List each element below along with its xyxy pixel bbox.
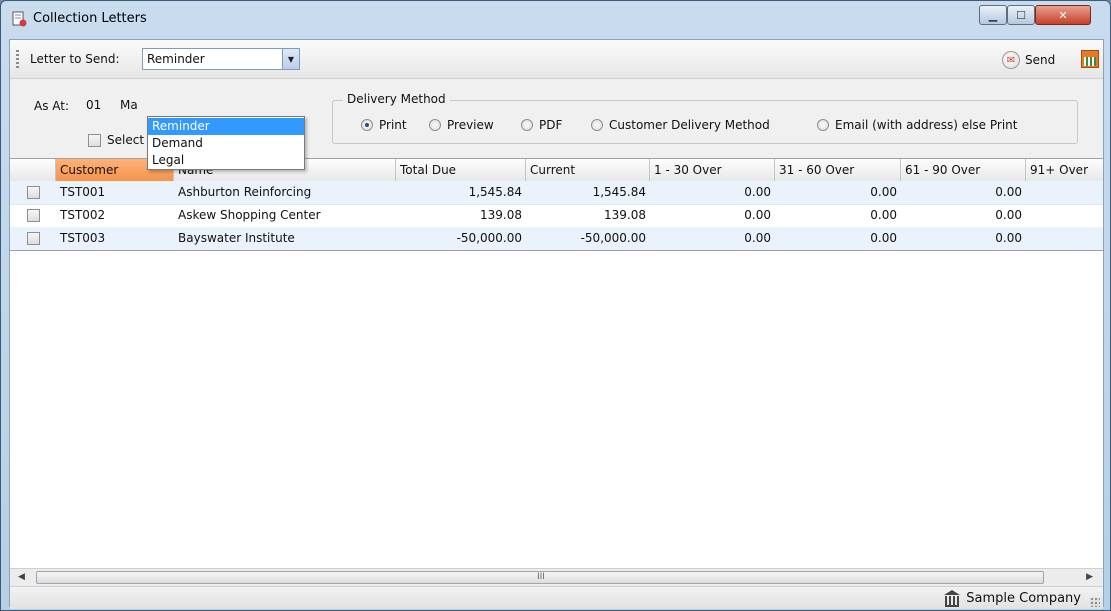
table-row[interactable]: TST001 Ashburton Reinforcing 1,545.84 1,… — [10, 181, 1103, 205]
bank-icon — [943, 590, 961, 607]
scrollbar-grip-icon: III — [537, 572, 545, 582]
cell-31-60-over: 0.00 — [870, 185, 897, 199]
cell-current: -50,000.00 — [580, 231, 646, 245]
as-at-day: 01 — [86, 98, 102, 112]
dropdown-option-legal[interactable]: Legal — [148, 152, 304, 169]
as-at-date-field[interactable]: 01 Ma — [82, 95, 144, 115]
cell-1-30-over: 0.00 — [744, 208, 771, 222]
radio-customer-delivery-label: Customer Delivery Method — [609, 118, 770, 132]
letter-type-dropdown-list[interactable]: Reminder Demand Legal — [147, 116, 305, 170]
company-indicator[interactable]: Sample Company — [943, 590, 1081, 607]
cell-customer: TST003 — [60, 231, 106, 245]
cell-61-90-over: 0.00 — [995, 231, 1022, 245]
radio-pdf[interactable]: PDF — [521, 118, 562, 132]
cell-31-60-over: 0.00 — [870, 231, 897, 245]
minimize-button[interactable]: ▁ — [979, 5, 1007, 25]
cell-current: 139.08 — [604, 208, 646, 222]
radio-icon[interactable] — [817, 119, 829, 131]
radio-pdf-label: PDF — [539, 118, 563, 132]
close-icon: ✕ — [1058, 8, 1068, 22]
letter-to-send-combobox[interactable]: Reminder ▼ — [142, 48, 300, 70]
scrollbar-thumb[interactable]: III — [36, 571, 1044, 584]
cell-current: 1,545.84 — [592, 185, 646, 199]
row-checkbox[interactable] — [27, 186, 40, 199]
radio-customer-delivery-method[interactable]: Customer Delivery Method — [591, 118, 770, 132]
resize-grip-icon[interactable] — [1090, 597, 1100, 607]
letter-to-send-label: Letter to Send: — [30, 52, 120, 66]
cell-customer: TST001 — [60, 185, 106, 199]
row-checkbox[interactable] — [27, 232, 40, 245]
status-bar: Sample Company — [10, 586, 1103, 609]
cell-name: Bayswater Institute — [178, 231, 295, 245]
checkbox-icon[interactable] — [88, 133, 101, 147]
column-header-total-due[interactable]: Total Due — [396, 159, 526, 181]
radio-email-label: Email (with address) else Print — [835, 118, 1018, 132]
window-title: Collection Letters — [33, 11, 147, 26]
cell-total-due: 139.08 — [480, 208, 522, 222]
radio-icon[interactable] — [429, 119, 441, 131]
radio-print-label: Print — [379, 118, 407, 132]
customer-grid: Customer Name Total Due Current 1 - 30 O… — [10, 158, 1103, 569]
row-checkbox[interactable] — [27, 209, 40, 222]
scroll-left-icon[interactable]: ◀ — [18, 572, 25, 582]
cell-total-due: 1,545.84 — [468, 185, 522, 199]
toolbar-grip-icon[interactable] — [16, 50, 19, 68]
maximize-button[interactable]: ☐ — [1007, 5, 1035, 25]
letter-to-send-value: Reminder — [147, 52, 205, 66]
maximize-icon: ☐ — [1016, 8, 1026, 22]
collection-letters-window: Collection Letters ▁ ☐ ✕ Letter to Send:… — [0, 0, 1111, 611]
send-button[interactable]: ✉ Send — [1002, 50, 1055, 70]
radio-icon[interactable] — [591, 119, 603, 131]
chevron-down-icon[interactable]: ▼ — [282, 49, 299, 69]
column-header-select[interactable] — [10, 159, 56, 181]
dropdown-option-reminder[interactable]: Reminder — [148, 118, 304, 135]
cell-61-90-over: 0.00 — [995, 185, 1022, 199]
cell-1-30-over: 0.00 — [744, 231, 771, 245]
send-icon: ✉ — [1002, 51, 1020, 69]
as-at-label: As At: — [34, 99, 70, 113]
scroll-right-icon[interactable]: ▶ — [1086, 572, 1093, 582]
client-area: Letter to Send: Reminder ▼ ✉ Send As At:… — [9, 39, 1104, 609]
table-row[interactable]: TST003 Bayswater Institute -50,000.00 -5… — [10, 227, 1103, 251]
cell-total-due: -50,000.00 — [456, 231, 522, 245]
column-header-current[interactable]: Current — [526, 159, 650, 181]
column-header-61-90-over[interactable]: 61 - 90 Over — [901, 159, 1026, 181]
radio-preview-label: Preview — [447, 118, 494, 132]
radio-print[interactable]: Print — [361, 118, 407, 132]
as-at-month: Ma — [120, 98, 138, 112]
cell-name: Askew Shopping Center — [178, 208, 321, 222]
delivery-method-group: Delivery Method Print Preview PDF Custom… — [332, 92, 1078, 144]
toolbar: Letter to Send: Reminder ▼ ✉ Send — [10, 40, 1103, 79]
cell-name: Ashburton Reinforcing — [178, 185, 312, 199]
delivery-method-title: Delivery Method — [343, 92, 450, 106]
radio-selected-icon[interactable] — [361, 119, 373, 131]
title-bar[interactable]: Collection Letters ▁ ☐ ✕ — [1, 1, 1110, 37]
cell-61-90-over: 0.00 — [995, 208, 1022, 222]
dropdown-option-demand[interactable]: Demand — [148, 135, 304, 152]
column-header-91-over[interactable]: 91+ Over — [1026, 159, 1103, 181]
column-header-31-60-over[interactable]: 31 - 60 Over — [775, 159, 901, 181]
send-button-label: Send — [1025, 53, 1056, 67]
company-name: Sample Company — [966, 590, 1081, 606]
calendar-icon[interactable] — [1081, 50, 1099, 68]
radio-preview[interactable]: Preview — [429, 118, 494, 132]
document-letter-icon — [12, 11, 27, 27]
radio-icon[interactable] — [521, 119, 533, 131]
close-button[interactable]: ✕ — [1035, 5, 1091, 25]
minimize-icon: ▁ — [988, 8, 998, 22]
cell-1-30-over: 0.00 — [744, 185, 771, 199]
column-header-1-30-over[interactable]: 1 - 30 Over — [650, 159, 775, 181]
radio-email-else-print[interactable]: Email (with address) else Print — [817, 118, 1017, 132]
table-row[interactable]: TST002 Askew Shopping Center 139.08 139.… — [10, 204, 1103, 228]
cell-31-60-over: 0.00 — [870, 208, 897, 222]
horizontal-scrollbar[interactable]: ◀ III ▶ — [10, 568, 1103, 587]
cell-customer: TST002 — [60, 208, 106, 222]
